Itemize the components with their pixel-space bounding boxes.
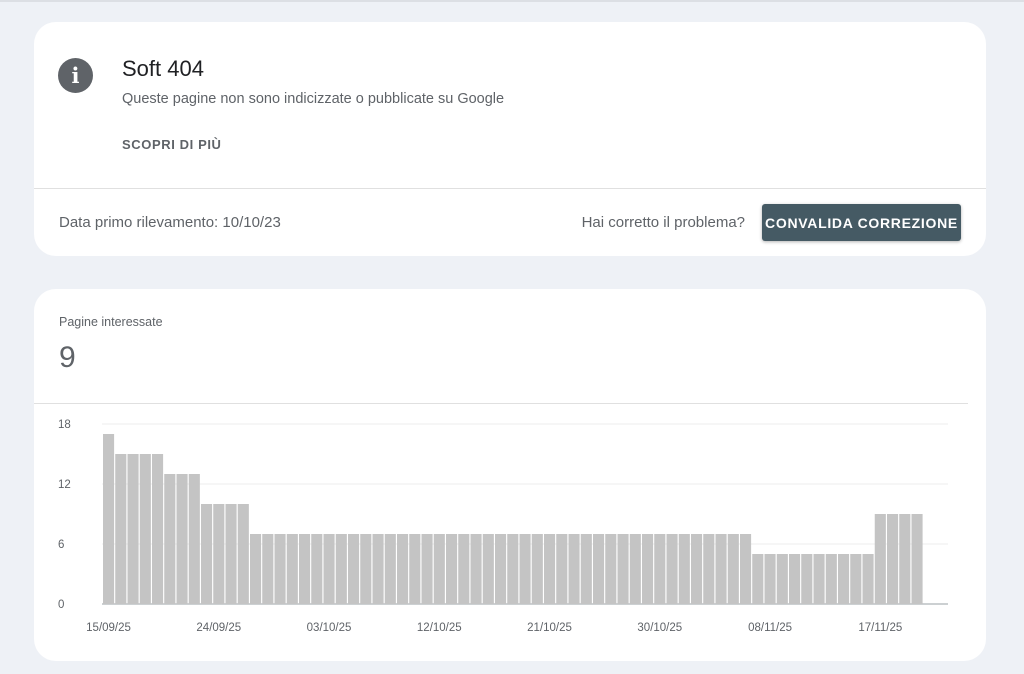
issue-title: Soft 404 [122,56,204,81]
chart-bar [740,534,752,604]
chart-bar [458,534,470,604]
chart-bar [617,534,629,604]
y-tick-label: 0 [58,599,64,611]
issue-card: i Soft 404 Queste pagine non sono indici… [34,22,986,256]
chart-bar [519,534,531,604]
chart-bar [348,534,360,604]
chart-bar [911,514,923,604]
chart-bar [887,514,899,604]
affected-pages-count: 9 [59,341,76,374]
x-tick-label: 15/09/25 [86,622,131,634]
x-tick-label: 12/10/25 [417,622,462,634]
learn-more-link[interactable]: SCOPRI DI PIÙ [122,137,222,152]
x-tick-label: 17/11/25 [858,622,902,634]
validate-fix-button[interactable]: CONVALIDA CORREZIONE [762,204,961,241]
chart-bar [801,554,813,604]
chart-y-ticks: 0 6 12 18 [58,419,71,611]
chart-bar [605,534,617,604]
chart-bar [813,554,825,604]
chart-bar [250,534,262,604]
chart-bars [103,434,923,604]
x-tick-label: 08/11/25 [748,622,792,634]
chart-bar [874,514,886,604]
chart-bar [838,554,850,604]
chart-bar [299,534,311,604]
chart-bar [421,534,433,604]
y-tick-label: 18 [58,419,71,431]
x-tick-label: 03/10/25 [307,622,352,634]
first-detected-date: Data primo rilevamento: 10/10/23 [59,214,281,231]
chart-bar [495,534,507,604]
chart-bar [691,534,703,604]
chart-bar [593,534,605,604]
chart-bar [164,474,176,604]
y-tick-label: 12 [58,479,71,491]
chart-bar [654,534,666,604]
divider [34,188,986,189]
chart-bar [225,504,237,604]
chart-bar [397,534,409,604]
chart-bar [176,474,188,604]
affected-pages-card: Pagine interessate 9 0 6 12 18 15/09/25 24/0… [34,289,986,661]
chart-bar [507,534,519,604]
affected-pages-chart: 0 6 12 18 15/09/25 24/09/25 03/10/25 12/10/25 2… [58,419,948,634]
chart-bar [629,534,641,604]
chart-bar [286,534,298,604]
chart-bar [213,504,225,604]
chart-bar [678,534,690,604]
affected-pages-label: Pagine interessate [59,315,163,329]
y-tick-label: 6 [58,539,64,551]
chart-bar [103,434,115,604]
chart-bar [237,504,249,604]
chart-bar [544,534,556,604]
chart-bar [642,534,654,604]
chart-bar [789,554,801,604]
x-tick-label: 21/10/25 [527,622,572,634]
fixed-question-label: Hai corretto il problema? [581,214,745,231]
chart-bar [568,534,580,604]
chart-bar [764,554,776,604]
divider [34,403,968,404]
chart-bar [152,454,164,604]
chart-bar [323,534,335,604]
chart-bar [482,534,494,604]
chart-bar [201,504,213,604]
chart-bar [384,534,396,604]
chart-bar [666,534,678,604]
chart-bar [372,534,384,604]
top-border [0,0,1024,2]
chart-bar [862,554,874,604]
x-tick-label: 30/10/25 [637,622,682,634]
chart-bar [274,534,286,604]
chart-bar [899,514,911,604]
issue-subtitle: Queste pagine non sono indicizzate o pub… [122,91,505,107]
chart-bar [433,534,445,604]
chart-bar [825,554,837,604]
chart-bar [776,554,788,604]
chart-bar [715,534,727,604]
chart-bar [727,534,739,604]
chart-bar [188,474,200,604]
info-icon: i [58,58,93,93]
chart-bar [115,454,127,604]
chart-bar [127,454,139,604]
chart-x-ticks: 15/09/25 24/09/25 03/10/25 12/10/25 21/10/25… [86,622,902,634]
chart-bar [850,554,862,604]
chart-bar [556,534,568,604]
chart-bar [360,534,372,604]
chart-bar [335,534,347,604]
x-tick-label: 24/09/25 [196,622,241,634]
chart-bar [409,534,421,604]
chart-bar [139,454,151,604]
chart-bar [580,534,592,604]
chart-bar [752,554,764,604]
chart-bar [262,534,274,604]
chart-bar [470,534,482,604]
chart-bar [531,534,543,604]
chart-bar [446,534,458,604]
chart-bar [703,534,715,604]
chart-bar [311,534,323,604]
